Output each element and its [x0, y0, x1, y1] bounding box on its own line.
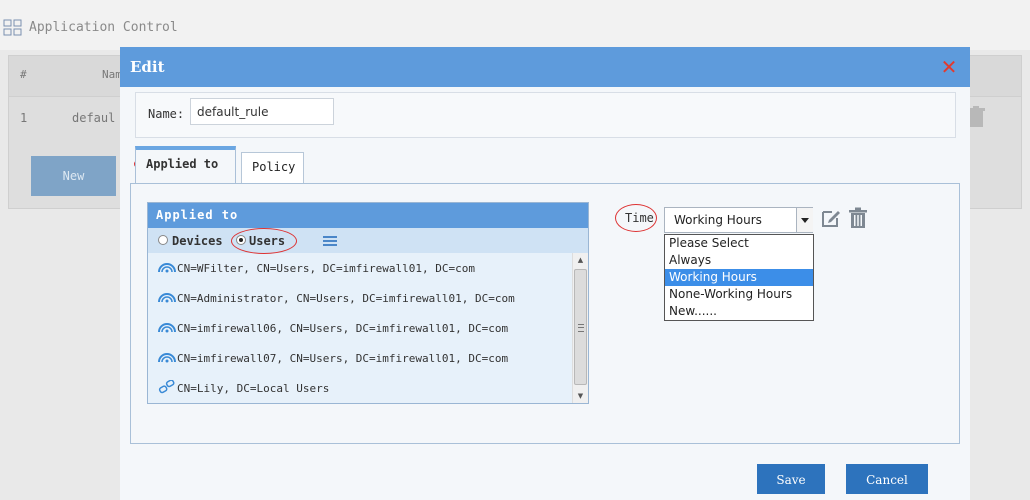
dialog-title: Edit — [130, 58, 165, 76]
background-row-name: defaul — [72, 111, 116, 125]
cancel-button[interactable]: Cancel — [846, 464, 928, 494]
name-label: Name: — [148, 107, 185, 121]
background-new-button: New — [31, 156, 116, 196]
time-option[interactable]: Always — [665, 252, 813, 269]
scroll-thumb[interactable] — [574, 269, 587, 385]
list-item[interactable]: CN=Administrator, CN=Users, DC=imfirewal… — [148, 283, 572, 314]
list-item-label: CN=WFilter, CN=Users, DC=imfirewall01, D… — [177, 262, 476, 275]
domain-user-icon — [158, 293, 176, 303]
domain-user-icon — [158, 263, 176, 273]
list-icon[interactable] — [323, 236, 337, 246]
radio-devices[interactable] — [158, 235, 168, 245]
time-option-selected[interactable]: Working Hours — [665, 269, 813, 286]
local-user-icon — [158, 380, 175, 394]
applied-to-list: CN=WFilter, CN=Users, DC=imfirewall01, D… — [148, 253, 572, 403]
scroll-down-arrow[interactable]: ▼ — [573, 389, 588, 403]
list-item-label: CN=imfirewall07, CN=Users, DC=imfirewall… — [177, 352, 509, 365]
list-item[interactable]: CN=WFilter, CN=Users, DC=imfirewall01, D… — [148, 253, 572, 284]
scroll-up-arrow[interactable]: ▲ — [573, 253, 588, 267]
background-page-title: Application Control — [29, 20, 178, 35]
time-option[interactable]: Please Select — [665, 235, 813, 252]
background-col-hash: # — [20, 68, 27, 81]
time-option[interactable]: New...... — [665, 303, 813, 320]
name-input[interactable] — [190, 98, 334, 125]
time-select-value[interactable]: Working Hours — [674, 213, 762, 227]
chevron-down-icon[interactable] — [796, 208, 813, 232]
time-label: Time — [625, 211, 654, 225]
radio-devices-label[interactable]: Devices — [172, 234, 223, 248]
radio-users-label[interactable]: Users — [249, 234, 285, 248]
time-dropdown: Please Select Always Working Hours None-… — [664, 234, 814, 321]
applied-to-header-label: Applied to — [156, 208, 239, 222]
edit-dialog: Edit ✕ Name: Applied to Policy Applied t… — [120, 47, 970, 500]
list-item-label: CN=Administrator, CN=Users, DC=imfirewal… — [177, 292, 515, 305]
tab-applied-to-label: Applied to — [146, 157, 219, 171]
tab-policy-label: Policy — [252, 160, 296, 174]
dialog-header — [120, 47, 970, 87]
edit-icon[interactable] — [820, 207, 842, 229]
list-item-label: CN=imfirewall06, CN=Users, DC=imfirewall… — [177, 322, 509, 335]
list-scrollbar[interactable]: ▲ ▼ — [572, 253, 588, 403]
time-option[interactable]: None-Working Hours — [665, 286, 813, 303]
background-row-number: 1 — [20, 111, 28, 125]
save-button[interactable]: Save — [757, 464, 825, 494]
scroll-grip-icon — [578, 324, 584, 332]
list-item-label: CN=Lily, DC=Local Users — [177, 382, 330, 395]
background-col-name: Nam — [102, 68, 122, 81]
list-item[interactable]: CN=Lily, DC=Local Users — [148, 373, 572, 403]
grid-icon — [3, 19, 22, 36]
trash-icon[interactable] — [848, 207, 868, 229]
list-item[interactable]: CN=imfirewall06, CN=Users, DC=imfirewall… — [148, 313, 572, 344]
close-icon[interactable]: ✕ — [938, 56, 960, 78]
radio-users[interactable] — [236, 235, 246, 245]
domain-user-icon — [158, 323, 176, 333]
list-item[interactable]: CN=imfirewall07, CN=Users, DC=imfirewall… — [148, 343, 572, 374]
domain-user-icon — [158, 353, 176, 363]
